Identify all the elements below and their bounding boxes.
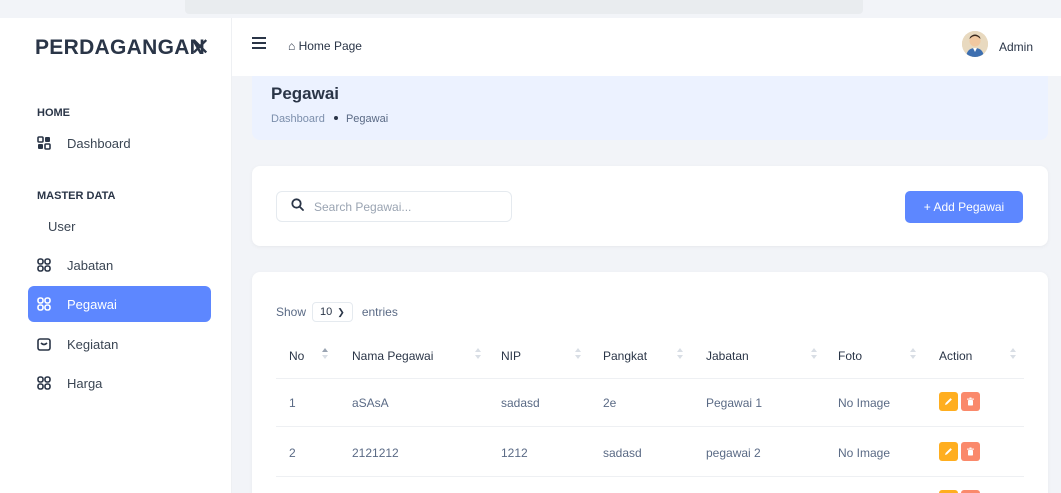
row-divider bbox=[276, 476, 1024, 477]
cell-foto: No Image bbox=[838, 446, 891, 460]
column-header-action[interactable]: Action bbox=[939, 349, 972, 363]
column-header-nama[interactable]: Nama Pegawai bbox=[352, 349, 433, 363]
page-title: Pegawai bbox=[271, 84, 340, 103]
home-icon: ⌂ bbox=[288, 39, 296, 53]
cell-pangkat: 2e bbox=[603, 396, 617, 410]
column-header-foto[interactable]: Foto bbox=[838, 349, 862, 363]
top-header: ⌂ Home Page Admin bbox=[232, 18, 1061, 76]
column-header-no[interactable]: No bbox=[289, 349, 304, 363]
sort-icon[interactable] bbox=[1010, 347, 1016, 361]
edit-button[interactable] bbox=[939, 392, 958, 411]
sidebar-item-harga[interactable]: Harga bbox=[28, 365, 211, 401]
sidebar-item-label: Dashboard bbox=[67, 135, 131, 151]
page-banner: Pegawai Dashboard Pegawai bbox=[252, 76, 1048, 140]
cell-jabatan: Pegawai 1 bbox=[706, 396, 763, 410]
sidebar-item-pegawai[interactable]: Pegawai bbox=[28, 286, 211, 322]
edit-button[interactable] bbox=[939, 442, 958, 461]
trash-icon bbox=[967, 397, 974, 406]
cell-nip: sadasd bbox=[501, 396, 540, 410]
grid-icon bbox=[37, 297, 51, 311]
cell-no: 2 bbox=[289, 446, 296, 460]
cell-jabatan: pegawai 2 bbox=[706, 446, 761, 460]
cell-nama: aSAsA bbox=[352, 396, 389, 410]
sort-icon[interactable] bbox=[910, 347, 916, 361]
sidebar-item-kegiatan[interactable]: Kegiatan bbox=[28, 326, 211, 362]
trash-icon bbox=[967, 447, 974, 456]
cell-nama: 2121212 bbox=[352, 446, 399, 460]
sort-icon[interactable] bbox=[811, 347, 817, 361]
table-card: Show 10 ❯ entries No Nama Pegawai NIP Pa… bbox=[252, 272, 1048, 493]
sidebar-item-label: Jabatan bbox=[67, 257, 114, 273]
home-page-link[interactable]: ⌂ Home Page bbox=[288, 39, 362, 53]
section-master-data: MASTER DATA bbox=[37, 190, 116, 202]
sidebar-item-label: Pegawai bbox=[67, 296, 117, 312]
sidebar-item-label: Kegiatan bbox=[67, 336, 119, 352]
entries-value: 10 bbox=[320, 306, 333, 318]
column-header-pangkat[interactable]: Pangkat bbox=[603, 349, 647, 363]
pencil-icon bbox=[945, 448, 952, 455]
entries-select[interactable]: 10 ❯ bbox=[312, 302, 353, 322]
delete-button[interactable] bbox=[961, 392, 980, 411]
column-header-jabatan[interactable]: Jabatan bbox=[706, 349, 749, 363]
sort-icon[interactable] bbox=[475, 347, 481, 361]
sidebar-item-jabatan[interactable]: Jabatan bbox=[28, 247, 211, 283]
sort-icon[interactable] bbox=[677, 347, 683, 361]
calendar-icon bbox=[37, 337, 51, 351]
show-label: Show bbox=[276, 305, 307, 319]
pencil-icon bbox=[945, 398, 952, 405]
search-input[interactable] bbox=[314, 199, 494, 214]
chevron-down-icon: ❯ bbox=[337, 306, 345, 317]
sidebar-item-label: User bbox=[48, 218, 76, 234]
entries-control: Show 10 ❯ entries bbox=[276, 302, 398, 322]
cell-nip: 1212 bbox=[501, 446, 528, 460]
breadcrumb-separator bbox=[333, 116, 338, 120]
close-icon[interactable]: ✕ bbox=[190, 36, 210, 60]
grid-icon bbox=[37, 136, 51, 150]
grid-icon bbox=[37, 376, 51, 390]
breadcrumb-current: Pegawai bbox=[345, 113, 389, 125]
grid-icon bbox=[37, 258, 51, 272]
breadcrumb-dashboard[interactable]: Dashboard bbox=[271, 113, 325, 125]
sidebar: PERDAGANGAN ✕ HOME Dashboard MASTER DATA… bbox=[0, 18, 232, 493]
cell-foto: No Image bbox=[838, 396, 891, 410]
avatar[interactable] bbox=[962, 31, 988, 57]
search-icon bbox=[291, 197, 304, 216]
brand-title: PERDAGANGAN bbox=[35, 36, 206, 59]
sidebar-item-user[interactable]: User bbox=[28, 208, 211, 244]
sidebar-item-label: Harga bbox=[67, 375, 103, 391]
delete-button[interactable] bbox=[961, 442, 980, 461]
breadcrumb: Dashboard Pegawai bbox=[271, 113, 388, 125]
cell-pangkat: sadasd bbox=[603, 446, 642, 460]
column-header-nip[interactable]: NIP bbox=[501, 349, 521, 363]
row-divider bbox=[276, 378, 1024, 379]
add-pegawai-button[interactable]: + Add Pegawai bbox=[905, 191, 1023, 223]
user-name: Admin bbox=[999, 40, 1034, 54]
sort-icon[interactable] bbox=[575, 347, 581, 361]
search-box[interactable] bbox=[276, 191, 512, 222]
sidebar-item-dashboard[interactable]: Dashboard bbox=[28, 125, 211, 161]
row-divider bbox=[276, 426, 1024, 427]
hamburger-icon[interactable] bbox=[252, 37, 266, 49]
cell-no: 1 bbox=[289, 396, 296, 410]
section-home: HOME bbox=[37, 107, 70, 119]
sort-icon[interactable] bbox=[322, 347, 328, 361]
browser-scrollbar[interactable] bbox=[185, 0, 863, 14]
entries-label: entries bbox=[361, 305, 398, 319]
toolbar-card: + Add Pegawai bbox=[252, 166, 1048, 246]
